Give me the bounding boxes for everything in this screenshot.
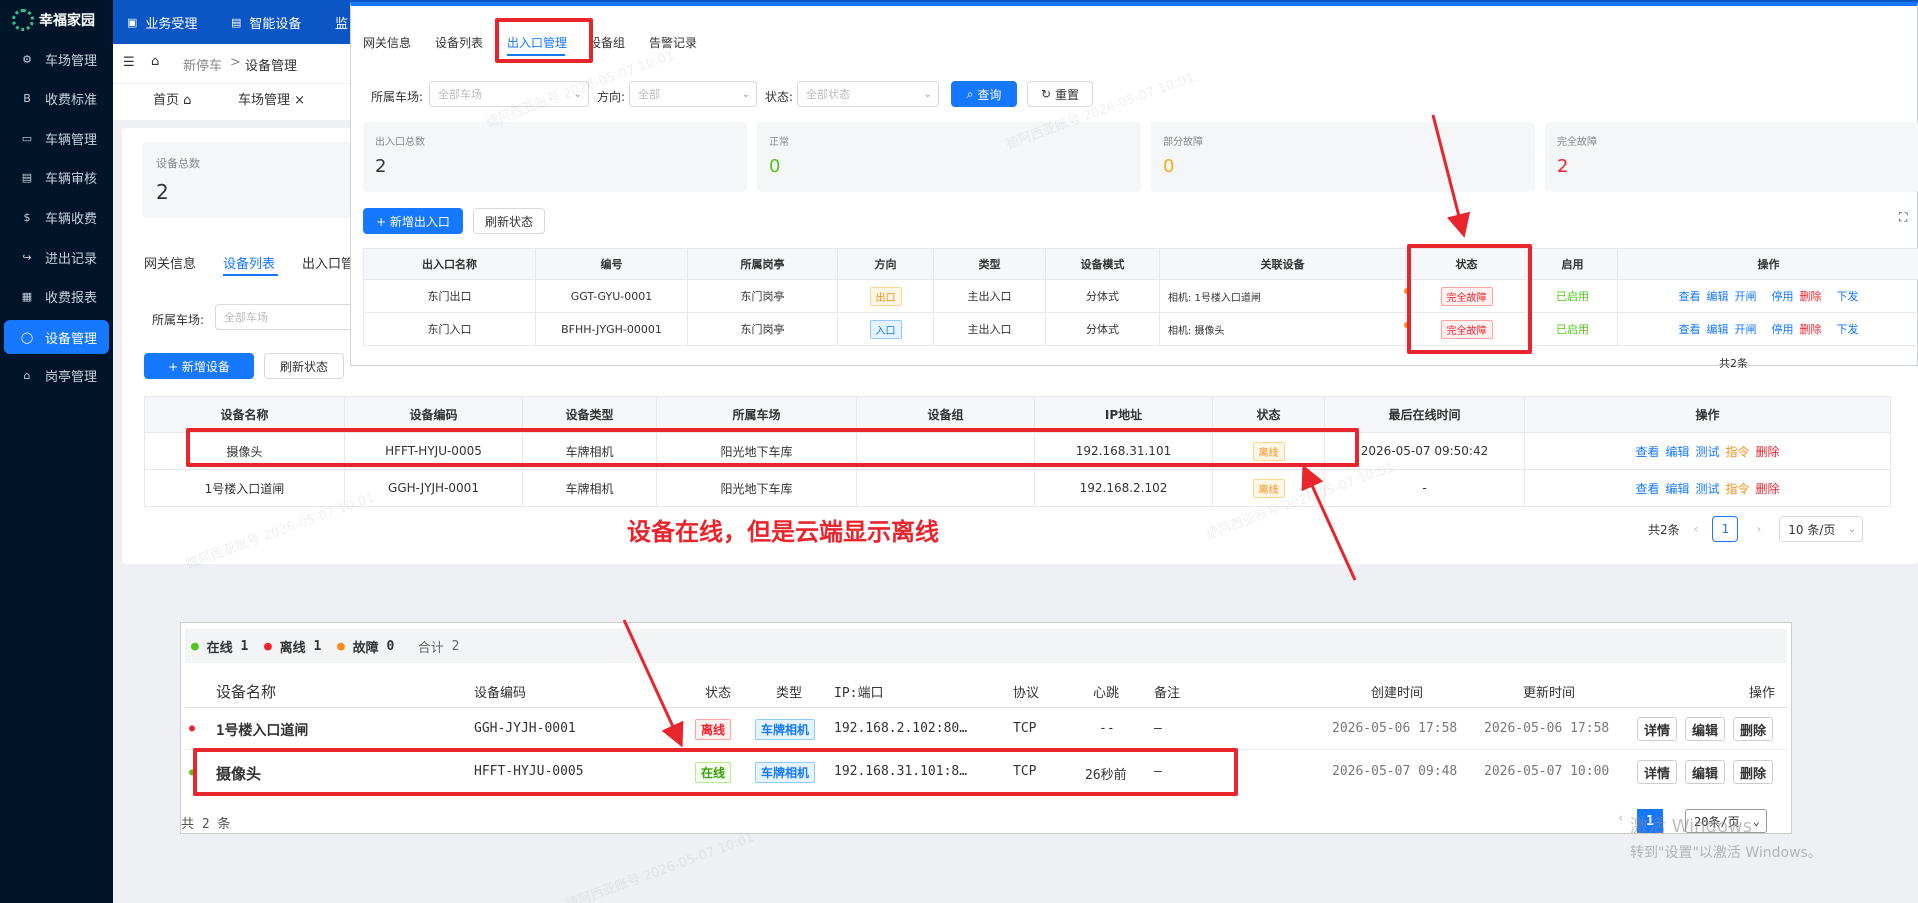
- windows-activation-subtitle: 转到"设置"以激活 Windows。: [1630, 845, 1822, 861]
- arrow-to-camera-row: [1301, 464, 1357, 581]
- arrow-to-online-row: [622, 619, 684, 748]
- annotation-arrows: [622, 114, 1471, 748]
- windows-activation-title: 激活 Windows: [1630, 816, 1753, 837]
- annotation-text: 设备在线，但是云端显示离线: [627, 518, 939, 546]
- arrow-to-status: [1431, 114, 1471, 238]
